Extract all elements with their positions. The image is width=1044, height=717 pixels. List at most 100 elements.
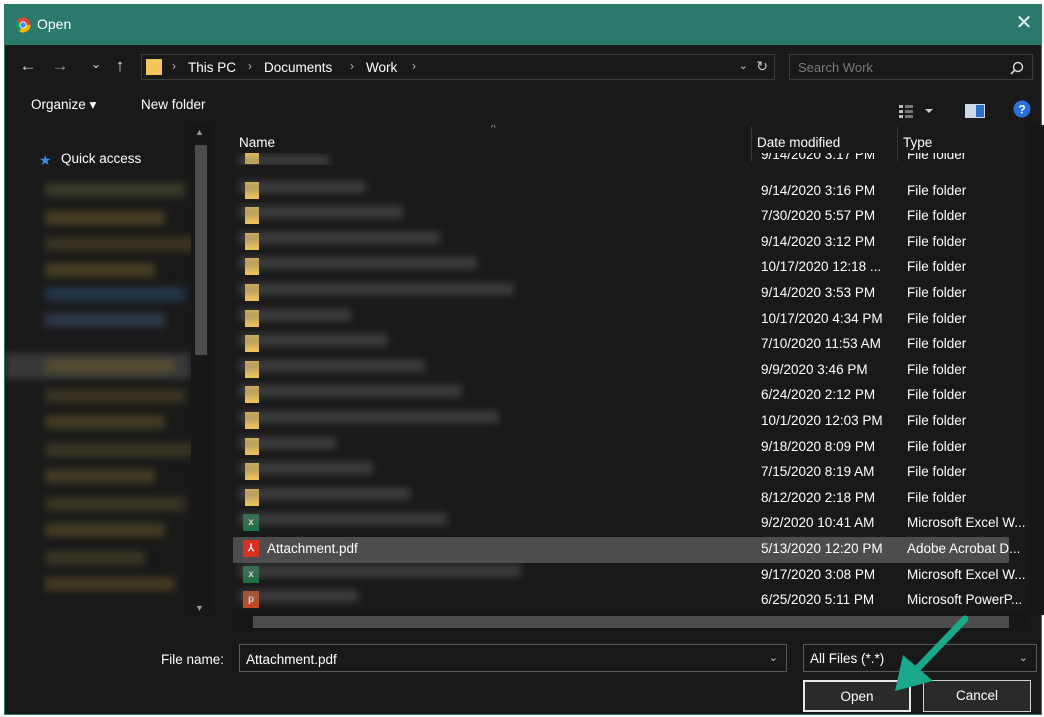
file-row[interactable]: x 9/2/2020 10:41 AM Microsoft Excel W...	[233, 511, 1026, 537]
file-type: File folder	[907, 153, 967, 162]
file-date-modified: 6/24/2020 2:12 PM	[761, 387, 876, 403]
recent-locations-chevron-icon[interactable]: ⌄	[85, 53, 107, 75]
search-input[interactable]	[798, 58, 998, 76]
file-row[interactable]: p 6/25/2020 5:11 PM Microsoft PowerP...	[233, 588, 1022, 614]
file-type: Microsoft PowerP...	[907, 592, 1023, 608]
preview-pane-icon[interactable]	[965, 101, 985, 121]
blurred-file-name	[239, 385, 462, 398]
file-type: File folder	[907, 336, 967, 352]
file-name-combobox[interactable]: ⌄	[239, 644, 787, 672]
chrome-icon	[15, 17, 31, 33]
help-icon[interactable]: ?	[1013, 99, 1031, 119]
file-type-filter-value: All Files (*.*)	[810, 651, 885, 666]
file-list-vertical-scrollbar[interactable]	[1029, 125, 1044, 615]
breadcrumb-separator-icon: ›	[172, 59, 176, 73]
file-date-modified: 9/14/2020 3:12 PM	[761, 233, 876, 249]
quick-access-item[interactable]: Quick access	[61, 151, 141, 166]
up-arrow-icon[interactable]: ↑	[109, 55, 131, 77]
file-row[interactable]: 8/12/2020 2:18 PM File folder	[233, 486, 1009, 512]
search-box[interactable]	[789, 54, 1033, 80]
file-date-modified: 10/17/2020 4:34 PM	[761, 310, 883, 326]
file-date-modified: 10/1/2020 12:03 PM	[761, 413, 883, 428]
file-name: Attachment.pdf	[267, 541, 358, 556]
blurred-file-name	[239, 513, 447, 526]
file-row[interactable]: 10/17/2020 4:34 PM File folder	[233, 307, 1009, 333]
blurred-file-name	[239, 283, 514, 295]
scrollbar-thumb[interactable]	[195, 145, 207, 355]
file-type: File folder	[907, 464, 967, 480]
breadcrumb-separator-icon: ›	[412, 59, 416, 73]
file-list: ^ Name Date modified Type 9/14/2020 3:17…	[233, 125, 1029, 615]
file-row[interactable]: x 9/17/2020 3:08 PM Microsoft Excel W...	[233, 563, 1026, 589]
file-row[interactable]: 9/9/2020 3:46 PM File folder	[233, 358, 1009, 384]
file-type: File folder	[907, 489, 967, 505]
back-arrow-icon[interactable]: ←	[17, 55, 39, 77]
file-type: File folder	[907, 310, 967, 326]
address-dropdown-chevron-icon[interactable]: ⌄	[739, 59, 748, 72]
pdf-file-icon: ⅄	[243, 540, 259, 557]
scroll-up-icon[interactable]: ▲	[195, 127, 204, 137]
file-date-modified: 9/14/2020 3:16 PM	[761, 182, 876, 198]
blurred-file-name	[239, 155, 329, 165]
file-date-modified: 10/17/2020 12:18 ...	[761, 259, 882, 275]
blurred-file-name	[239, 334, 388, 347]
forward-arrow-icon[interactable]: →	[49, 55, 71, 77]
file-row[interactable]: 7/15/2020 8:19 AM File folder	[233, 460, 1009, 486]
file-type: File folder	[907, 413, 967, 428]
breadcrumb-separator-icon: ›	[248, 59, 252, 73]
breadcrumb-this-pc[interactable]: This PC	[188, 60, 236, 75]
address-bar[interactable]: › This PC › Documents › Work › ⌄ ↻	[141, 54, 775, 80]
refresh-icon[interactable]: ↻	[756, 58, 768, 75]
file-row[interactable]: 10/1/2020 12:03 PM File folder	[233, 409, 1009, 435]
blurred-file-name	[239, 462, 373, 475]
breadcrumb-separator-icon: ›	[350, 59, 354, 73]
file-row[interactable]: 9/14/2020 3:53 PM File folder	[233, 281, 1009, 307]
organize-button[interactable]: Organize ▾	[31, 97, 96, 113]
blurred-file-name	[239, 308, 351, 321]
quick-access-star-icon: ★	[39, 152, 52, 168]
file-date-modified: 9/14/2020 3:53 PM	[761, 285, 876, 300]
folder-icon	[146, 59, 162, 75]
new-folder-button[interactable]: New folder	[141, 97, 206, 112]
file-type: Microsoft Excel W...	[907, 566, 1026, 582]
file-date-modified: 9/18/2020 8:09 PM	[761, 438, 876, 454]
file-type: File folder	[907, 285, 967, 300]
change-view-icon[interactable]	[899, 101, 935, 121]
navigation-bar: ← → ⌄ ↑ › This PC › Documents › Work › ⌄…	[5, 49, 1041, 85]
file-date-modified: 6/25/2020 5:11 PM	[761, 592, 875, 608]
breadcrumb-work[interactable]: Work	[366, 60, 397, 75]
svg-text:?: ?	[1018, 103, 1025, 117]
close-icon[interactable]: ✕	[1013, 12, 1035, 34]
file-date-modified: 9/9/2020 3:46 PM	[761, 361, 868, 377]
file-row[interactable]: 9/14/2020 3:12 PM File folder	[233, 230, 1009, 256]
file-date-modified: 9/2/2020 10:41 AM	[761, 515, 875, 531]
file-row[interactable]: 9/14/2020 3:17 PM File folder	[233, 153, 1009, 165]
blurred-file-name	[239, 180, 366, 193]
annotation-arrow-icon	[895, 615, 969, 691]
blurred-file-name	[239, 487, 410, 500]
file-type: File folder	[907, 208, 967, 224]
window-title: Open	[37, 16, 72, 32]
file-row[interactable]: 7/10/2020 11:53 AM File folder	[233, 332, 1009, 358]
blurred-file-name	[239, 411, 499, 423]
file-row[interactable]: 9/18/2020 8:09 PM File folder	[233, 435, 1009, 461]
breadcrumb-documents[interactable]: Documents	[264, 60, 332, 75]
scroll-down-icon[interactable]: ▼	[195, 603, 204, 613]
navigation-pane-scrollbar[interactable]: ▲ ▼	[191, 125, 211, 615]
file-type: File folder	[907, 259, 967, 275]
file-type: File folder	[907, 233, 967, 249]
file-row[interactable]: 10/17/2020 12:18 ... File folder	[233, 255, 1009, 281]
open-file-dialog: Open ✕ ← → ⌄ ↑ › This PC › Documents › W…	[4, 4, 1044, 715]
blurred-file-name	[239, 206, 403, 219]
file-row[interactable]: 6/24/2020 2:12 PM File folder	[233, 383, 1009, 409]
search-icon	[1010, 61, 1024, 75]
chevron-down-icon[interactable]: ⌄	[1019, 651, 1028, 664]
file-row[interactable]: 7/30/2020 5:57 PM File folder	[233, 204, 1009, 230]
file-row[interactable]: ⅄ Attachment.pdf 5/13/2020 12:20 PM Adobe A…	[233, 537, 1020, 563]
file-type: Adobe Acrobat D...	[907, 541, 1021, 556]
file-row[interactable]: 9/14/2020 3:16 PM File folder	[233, 179, 1009, 205]
blurred-file-name	[239, 590, 358, 603]
file-name-field[interactable]	[246, 650, 746, 668]
file-type: Microsoft Excel W...	[907, 515, 1026, 531]
chevron-down-icon[interactable]: ⌄	[769, 651, 778, 664]
